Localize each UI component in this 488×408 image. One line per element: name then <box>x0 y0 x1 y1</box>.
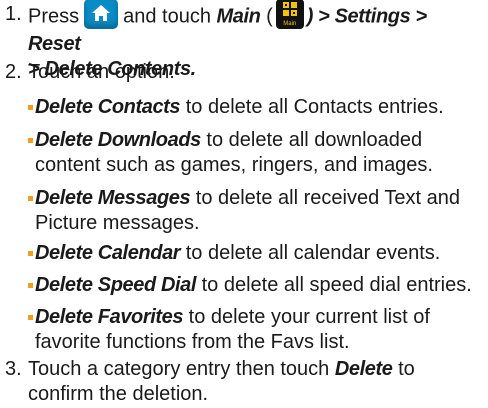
main-menu-icon: Main <box>275 0 304 29</box>
option-name: Delete Contacts <box>35 96 181 118</box>
main-icon-caption: Main <box>283 21 297 27</box>
step-2: 2. Touch an option: <box>0 60 488 85</box>
option-delete-speed-dial: Delete Speed Dial to delete all speed di… <box>28 273 482 298</box>
step-number: 1. <box>5 3 22 25</box>
option-delete-downloads: Delete Downloads to delete all downloade… <box>28 128 482 178</box>
home-icon <box>84 0 119 29</box>
bullet-marker <box>28 251 33 256</box>
bullet-marker <box>28 196 33 201</box>
option-delete-favorites: Delete Favorites to delete your current … <box>28 305 482 355</box>
option-name: Delete Calendar <box>35 242 181 264</box>
option-desc: to delete all speed dial entries. <box>196 274 472 296</box>
option-desc: to delete all Contacts entries. <box>180 96 444 118</box>
bullet-marker <box>28 283 33 288</box>
main-label: Main <box>216 5 261 28</box>
step-1-pre: Press <box>28 5 80 28</box>
delete-label: Delete <box>334 358 393 380</box>
step-3-pre: Touch a category entry then touch <box>28 358 330 380</box>
bullet-marker <box>28 315 33 320</box>
step-1-open-paren: ( <box>266 5 273 28</box>
option-name: Delete Speed Dial <box>35 274 197 296</box>
option-name: Delete Downloads <box>35 129 201 151</box>
option-delete-contacts: Delete Contacts to delete all Contacts e… <box>28 95 482 120</box>
option-delete-messages: Delete Messages to delete all received T… <box>28 186 482 236</box>
step-number: 2. <box>5 61 22 83</box>
bullet-marker <box>28 138 33 143</box>
step-2-text: Touch an option: <box>28 61 175 83</box>
option-delete-calendar: Delete Calendar to delete all calendar e… <box>28 241 482 266</box>
option-name: Delete Favorites <box>35 306 184 328</box>
step-3: 3. Touch a category entry then touch Del… <box>0 357 488 407</box>
option-desc: to delete all calendar events. <box>180 242 441 264</box>
option-name: Delete Messages <box>35 187 191 209</box>
bullet-marker <box>28 105 33 110</box>
step-1-mid: and touch <box>123 5 211 28</box>
step-number: 3. <box>5 358 22 380</box>
